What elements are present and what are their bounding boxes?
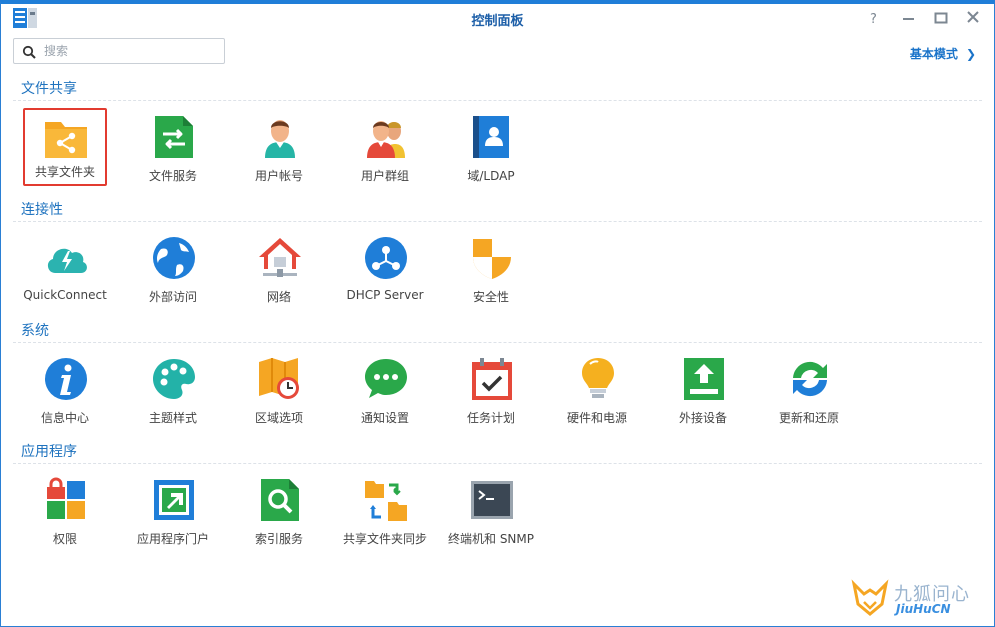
external-access-icon [151, 235, 197, 281]
section-divider [13, 342, 982, 343]
control-panel-item-network[interactable]: 网络 [235, 229, 323, 309]
control-panel-item-regional-options[interactable]: 区域选项 [235, 350, 323, 430]
security-shield-icon [469, 235, 515, 281]
external-devices-icon [681, 356, 727, 402]
section-title: 应用程序 [21, 444, 77, 460]
basic-mode-label: 基本模式 [909, 47, 958, 61]
section-title: 连接性 [21, 202, 63, 218]
shared-folder-sync-icon [363, 477, 409, 523]
watermark-english-text: JiuHuCN [896, 602, 951, 616]
watermark: 九狐问心 JiuHuCN [850, 578, 980, 622]
section-divider [13, 100, 982, 101]
info-center-icon [43, 356, 89, 402]
application-portal-icon [151, 477, 197, 523]
help-button[interactable]: ? [866, 10, 884, 26]
regional-options-icon [257, 356, 303, 402]
control-panel-item-user[interactable]: 用户帐号 [235, 108, 323, 188]
indexing-service-icon [257, 477, 303, 523]
item-label: 终端机和 SNMP [448, 532, 534, 546]
control-panel-item-shared-folder[interactable]: 共享文件夹 [23, 108, 107, 186]
search-input[interactable] [42, 41, 221, 61]
control-panel-item-shared-folder-sync[interactable]: 共享文件夹同步 [341, 471, 429, 551]
control-panel-item-external-devices[interactable]: 外接设备 [659, 350, 747, 430]
control-panel-item-security-shield[interactable]: 安全性 [447, 229, 535, 309]
control-panel-item-update-restore[interactable]: 更新和还原 [765, 350, 853, 430]
terminal-snmp-icon [469, 477, 515, 523]
maximize-button[interactable] [932, 10, 950, 26]
control-panel-item-task-scheduler[interactable]: 任务计划 [447, 350, 535, 430]
control-panel-item-external-access[interactable]: 外部访问 [129, 229, 217, 309]
section-title: 系统 [21, 323, 49, 339]
file-services-icon [151, 114, 197, 160]
chevron-right-icon: ❯ [965, 47, 976, 61]
network-icon [257, 235, 303, 281]
update-restore-icon [787, 356, 833, 402]
control-panel-item-dhcp-server[interactable]: DHCP Server [341, 229, 429, 309]
control-panel-window: 控制面板 ? 基本模式 ❯ 文件共享共享文件夹 文件服务用户帐号用户群组域/LDAP… [0, 0, 995, 627]
control-panel-item-indexing-service[interactable]: 索引服务 [235, 471, 323, 551]
item-label: 域/LDAP [467, 169, 515, 183]
control-panel-item-hardware-power[interactable]: 硬件和电源 [553, 350, 641, 430]
control-panel-item-file-services[interactable]: 文件服务 [129, 108, 217, 188]
dhcp-server-icon [363, 235, 409, 281]
control-panel-item-info-center[interactable]: 信息中心 [21, 350, 109, 430]
control-panel-item-group[interactable]: 用户群组 [341, 108, 429, 188]
minimize-button[interactable] [900, 10, 918, 26]
item-label: 更新和还原 [778, 411, 839, 425]
theme-palette-icon [151, 356, 197, 402]
control-panel-item-application-portal[interactable]: 应用程序门户 [129, 471, 217, 551]
control-panel-item-notification[interactable]: 通知设置 [341, 350, 429, 430]
domain-ldap-icon [469, 114, 515, 160]
fox-logo-icon [850, 578, 890, 618]
privileges-icon [43, 477, 89, 523]
shared-folder-icon [43, 114, 89, 160]
section-divider [13, 463, 982, 464]
group-icon [363, 114, 409, 160]
quickconnect-icon [43, 235, 89, 281]
hardware-power-icon [575, 356, 621, 402]
title-bar: 控制面板 ? [1, 4, 994, 34]
task-scheduler-icon [469, 356, 515, 402]
notification-icon [363, 356, 409, 402]
basic-mode-link[interactable]: 基本模式 ❯ [910, 45, 976, 62]
control-panel-item-theme-palette[interactable]: 主题样式 [129, 350, 217, 430]
item-label: 共享文件夹 [34, 165, 95, 179]
section-divider [13, 221, 982, 222]
control-panel-item-privileges[interactable]: 权限 [21, 471, 109, 551]
item-label: 安全性 [472, 290, 509, 304]
search-icon [22, 44, 36, 59]
section-title: 文件共享 [21, 81, 77, 97]
user-icon [257, 114, 303, 160]
svg-text:?: ? [870, 12, 877, 26]
window-title: 控制面板 [471, 14, 524, 29]
control-panel-item-quickconnect[interactable]: QuickConnect [21, 229, 109, 309]
control-panel-item-domain-ldap[interactable]: 域/LDAP [447, 108, 535, 188]
close-button[interactable] [964, 10, 982, 26]
search-box [13, 38, 225, 64]
control-panel-item-terminal-snmp[interactable]: 终端机和 SNMP [447, 471, 535, 551]
